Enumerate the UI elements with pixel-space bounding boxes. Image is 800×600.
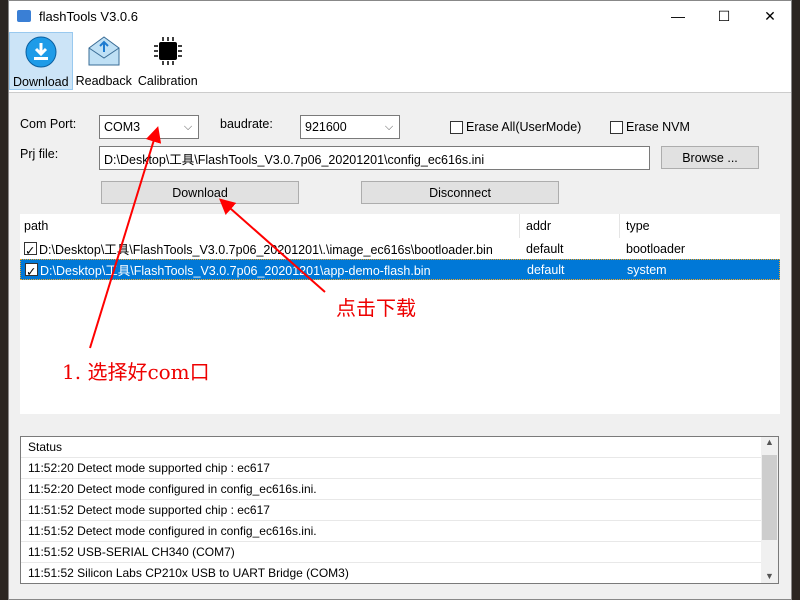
arrow-to-com-port (89, 126, 162, 349)
annotation-select-com: 1. 选择好com口 (62, 360, 210, 384)
annotation-click-download: 点击下载 (336, 296, 416, 320)
arrow-to-download (219, 198, 326, 293)
